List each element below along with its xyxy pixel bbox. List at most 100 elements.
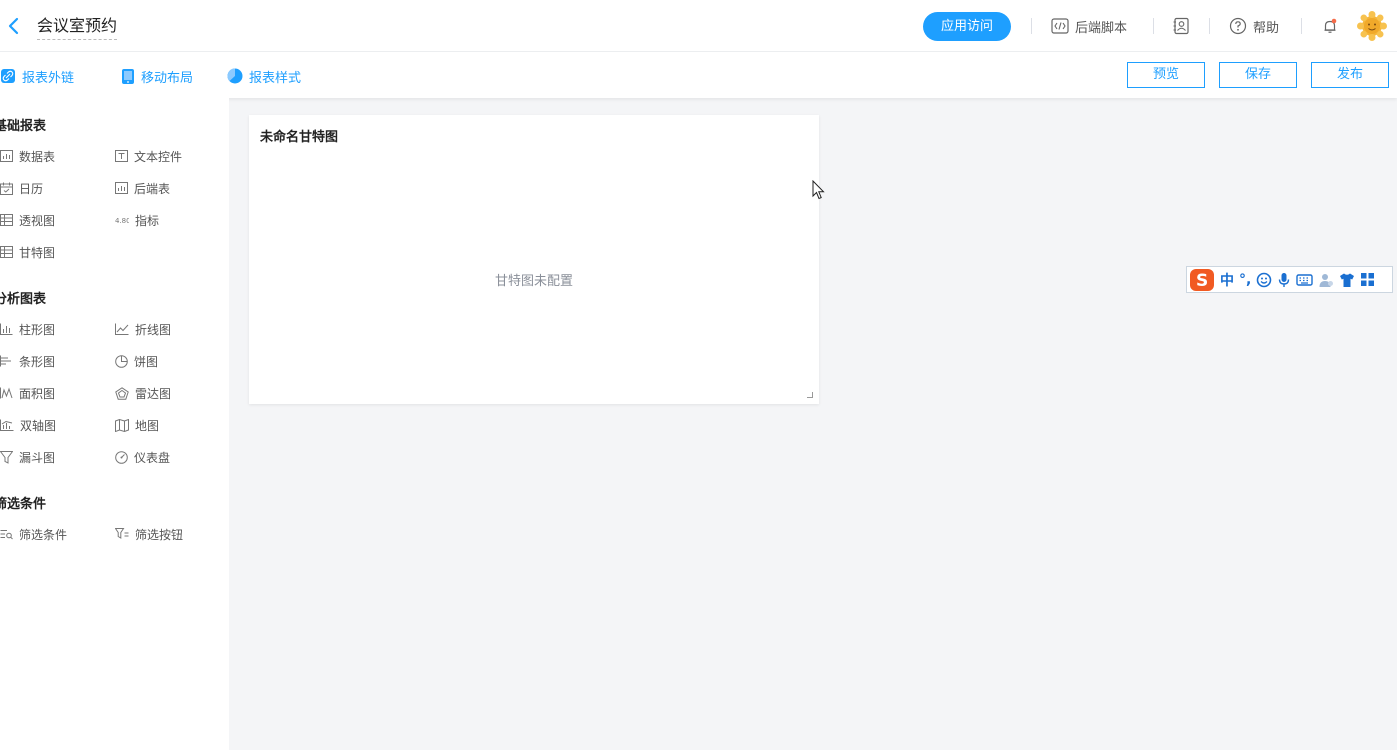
component-line-chart[interactable]: 折线图 [115,320,171,338]
mobile-layout-button[interactable]: 移动布局 [121,66,193,86]
ime-mode-label[interactable]: 中 [1220,270,1234,290]
component-gantt[interactable]: 甘特图 [0,243,55,261]
group-title-basic-reports: 基础报表 [0,119,47,134]
divider [1209,18,1210,34]
component-label: 透视图 [19,213,56,228]
backend-script-button[interactable]: 后端脚本 [1051,14,1127,38]
component-label: 后端表 [134,181,171,196]
component-label: 仪表盘 [134,450,171,465]
emoji-icon[interactable] [1256,272,1272,288]
dual-axis-chart-icon [0,419,14,431]
component-text-control[interactable]: 文本控件 [115,147,182,165]
skin-shirt-icon[interactable] [1339,272,1355,288]
editor-toolbar: 报表外链 移动布局 报表样式 预览 保存 发布 [0,52,1397,98]
component-label: 雷达图 [135,386,172,401]
group-title-analysis-charts: 分析图表 [0,292,47,307]
component-pivot[interactable]: 透视图 [0,211,55,229]
app-visit-button[interactable]: 应用访问 [923,12,1011,41]
component-dual-axis-chart[interactable]: 双轴图 [0,416,56,434]
svg-text:S: S [1196,271,1208,291]
component-label: 筛选条件 [19,527,68,542]
contacts-button[interactable] [1172,14,1190,38]
component-filter-button[interactable]: 筛选按钮 [115,525,183,543]
indicator-icon: 4.80 [115,217,129,225]
component-pie-chart[interactable]: 饼图 [115,352,158,370]
notifications-button[interactable] [1321,14,1339,38]
mobile-icon [122,68,134,84]
component-column-chart[interactable]: 柱形图 [0,320,55,338]
app-title[interactable]: 会议室预约 [37,15,118,40]
component-radar-chart[interactable]: 雷达图 [115,384,171,402]
component-indicator[interactable]: 4.80 指标 [115,211,159,229]
contact-card-icon [1173,17,1189,35]
bar-chart-icon [0,355,11,367]
save-button[interactable]: 保存 [1219,62,1297,88]
resize-handle[interactable] [807,392,813,398]
component-label: 双轴图 [20,418,57,433]
component-label: 地图 [135,418,160,433]
component-funnel-chart[interactable]: 漏斗图 [0,448,55,466]
component-label: 筛选按钮 [135,527,184,542]
gantt-chart-widget[interactable]: 未命名甘特图 甘特图未配置 [249,115,819,404]
widget-empty-message: 甘特图未配置 [494,274,573,289]
top-bar: 会议室预约 应用访问 后端脚本 帮助 [0,0,1397,52]
component-label: 柱形图 [19,322,56,337]
pivot-icon [0,214,13,226]
component-map[interactable]: 地图 [115,416,159,434]
preview-button[interactable]: 预览 [1127,62,1205,88]
component-filter-condition[interactable]: 筛选条件 [0,525,67,543]
component-label: 条形图 [19,354,56,369]
report-external-link-label: 报表外链 [22,70,75,86]
report-style-label: 报表样式 [249,70,302,86]
link-icon [1,69,15,83]
component-label: 数据表 [19,149,56,164]
keyboard-icon[interactable] [1296,273,1314,287]
code-icon [1051,18,1069,34]
component-label: 甘特图 [19,245,56,260]
help-label: 帮助 [1253,20,1280,36]
user-avatar[interactable] [1357,11,1387,41]
component-bar-chart[interactable]: 条形图 [0,352,55,370]
component-gauge[interactable]: 仪表盘 [115,448,170,466]
divider [1031,18,1032,34]
component-area-chart[interactable]: 面积图 [0,384,55,402]
funnel-icon [0,450,13,464]
map-icon [115,418,129,432]
ime-punctuation-label[interactable]: °, [1239,272,1251,288]
publish-button[interactable]: 发布 [1311,62,1389,88]
filter-list-icon [0,530,13,540]
component-calendar[interactable]: 日历 [0,179,43,197]
component-sidebar: 基础报表 数据表 文本控件 日历 后端表 透视图 4.80 指标 甘特图 分析图… [0,98,229,750]
palette-icon [227,68,243,84]
component-label: 面积图 [19,386,56,401]
component-data-table[interactable]: 数据表 [0,147,55,165]
mouse-cursor-icon [812,180,825,200]
component-label: 指标 [135,213,160,228]
back-arrow-icon[interactable] [6,16,22,36]
component-backend-table[interactable]: 后端表 [115,179,170,197]
component-label: 文本控件 [134,149,183,164]
gantt-icon [0,246,13,258]
help-icon [1229,17,1247,35]
component-label: 饼图 [134,354,159,369]
widget-title: 未命名甘特图 [260,130,339,145]
backend-script-label: 后端脚本 [1075,20,1128,36]
grid-menu-icon[interactable] [1360,272,1375,287]
sogou-logo-icon: S [1190,268,1214,291]
component-label: 折线图 [135,322,172,337]
area-chart-icon [0,387,13,399]
calendar-icon [0,182,13,195]
divider [1301,18,1302,34]
mobile-layout-label: 移动布局 [141,70,194,86]
filter-button-icon [115,528,129,539]
ime-toolbar[interactable]: S 中 °, [1186,266,1393,293]
gauge-icon [115,450,128,464]
component-label: 日历 [19,181,44,196]
report-style-button[interactable]: 报表样式 [227,66,301,86]
report-external-link-button[interactable]: 报表外链 [0,66,74,86]
help-button[interactable]: 帮助 [1229,14,1279,38]
line-chart-icon [115,323,129,335]
microphone-icon[interactable] [1277,272,1291,288]
user-switch-icon[interactable] [1318,272,1334,288]
pie-chart-icon [115,354,128,368]
